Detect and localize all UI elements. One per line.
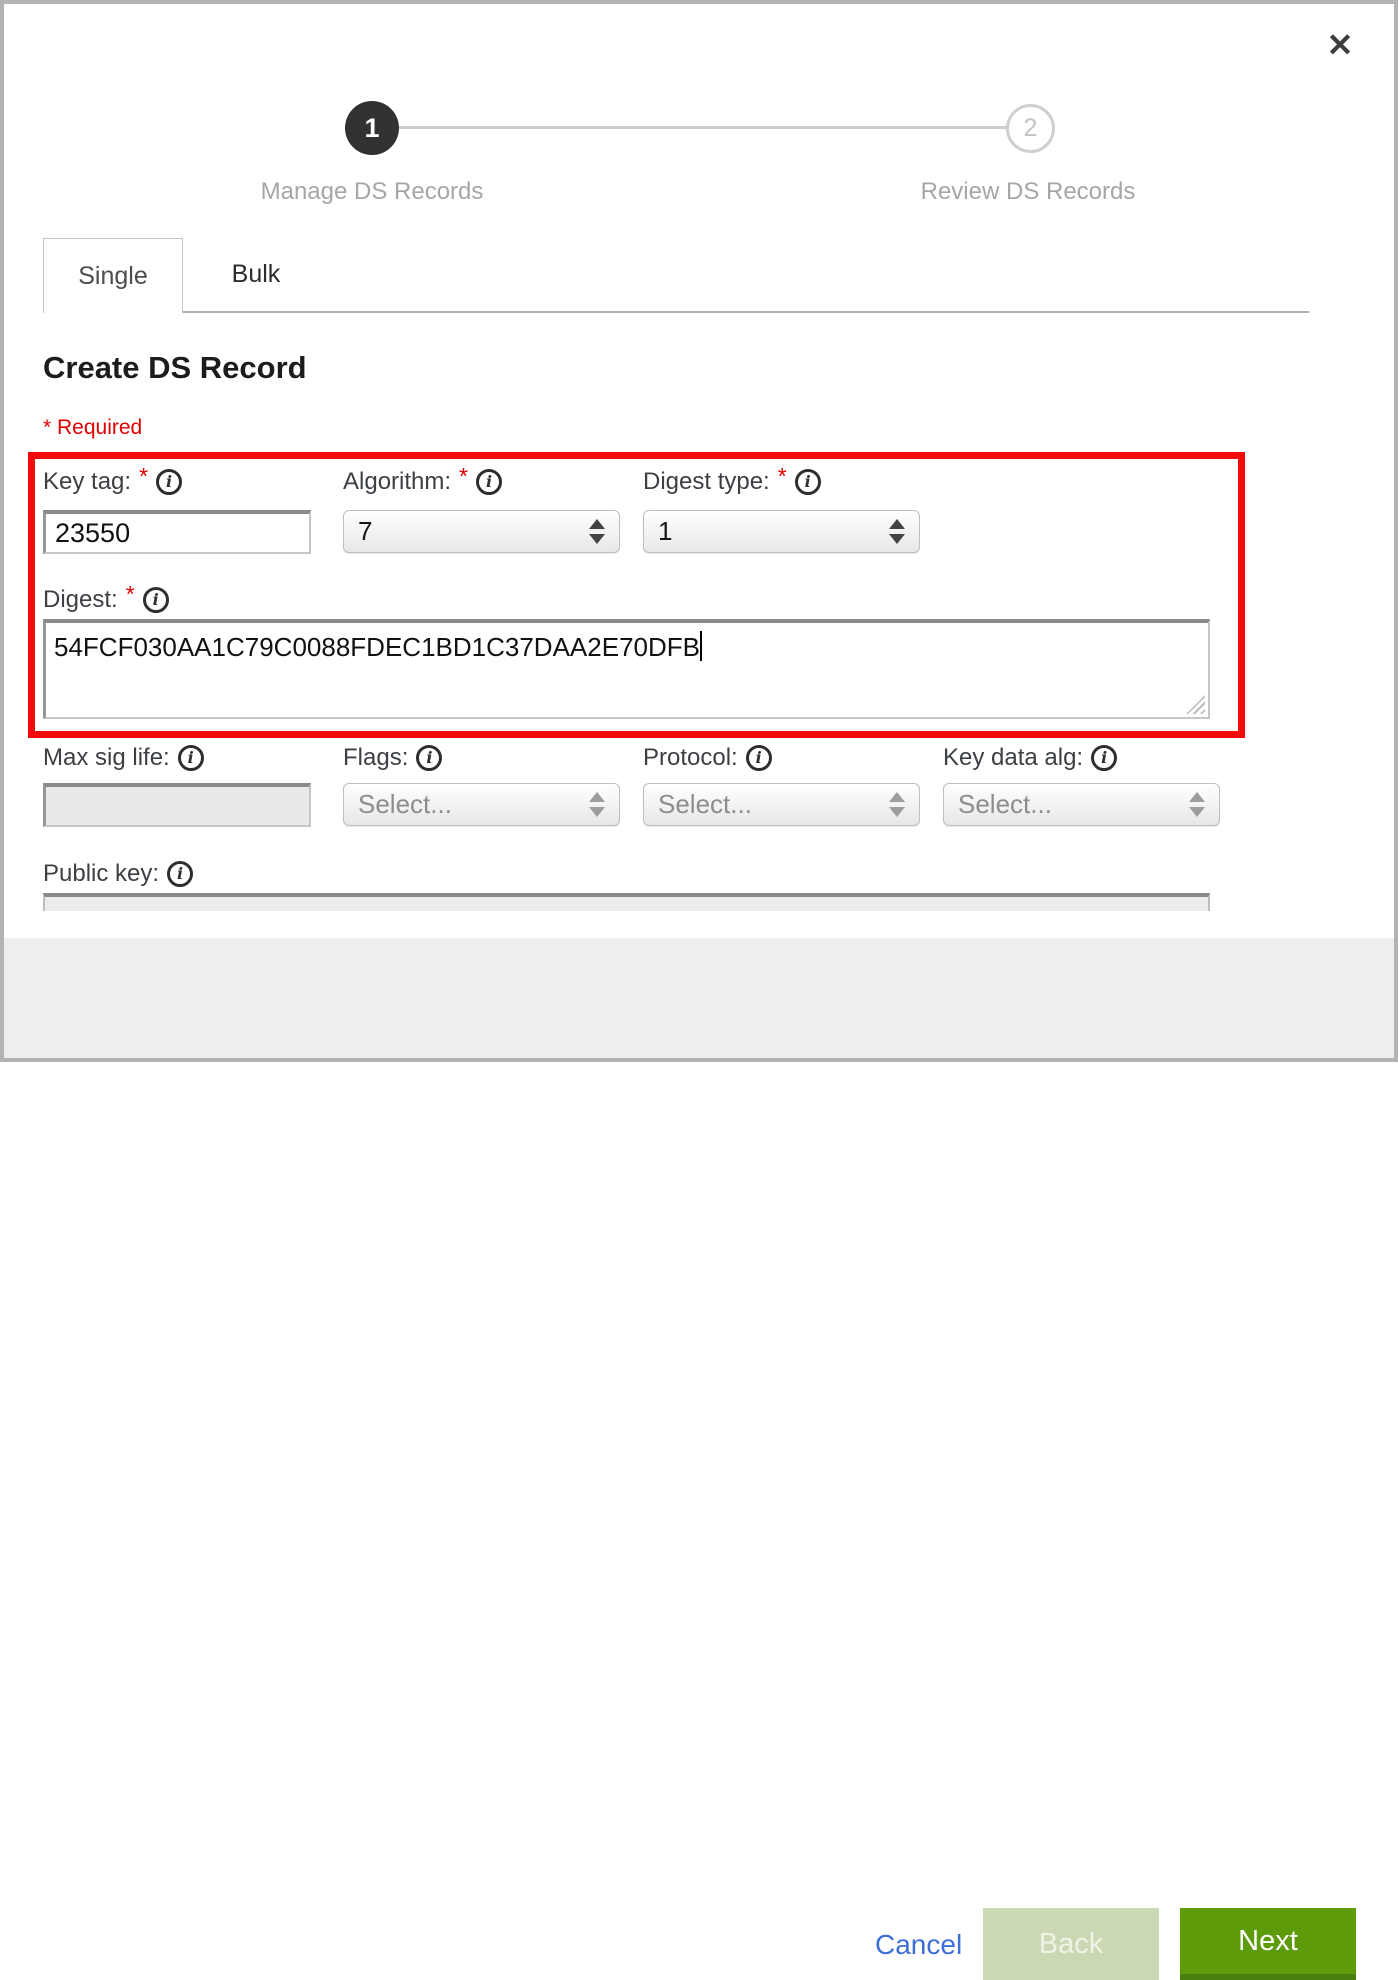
required-note: * Required [43,416,142,440]
required-asterisk: * [778,463,787,490]
max-sig-life-input[interactable] [43,783,311,827]
digest-type-label: Digest type: * i [643,466,821,498]
modal-footer: Cancel Back Next [0,938,1398,1062]
text-caret [700,631,702,661]
info-icon[interactable]: i [178,745,204,771]
key-tag-label: Key tag: * i [43,466,182,498]
key-data-alg-label-text: Key data alg: [943,744,1083,772]
cancel-link[interactable]: Cancel [875,1929,962,1961]
select-arrows-icon [589,519,605,544]
close-icon: ✕ [1327,26,1354,64]
step-2-indicator: 2 [1006,104,1055,153]
flags-select-value: Select... [358,789,452,820]
digest-type-label-text: Digest type: [643,468,770,496]
flags-select[interactable]: Select... [343,783,620,826]
required-asterisk: * [459,463,468,490]
step-1-label: Manage DS Records [222,178,522,206]
step-2-number: 2 [1024,114,1038,143]
select-arrows-icon [1189,792,1205,817]
protocol-label-text: Protocol: [643,744,738,772]
digest-value: 54FCF030AA1C79C0088FDEC1BD1C37DAA2E70DFB [54,632,700,662]
info-icon[interactable]: i [156,469,182,495]
protocol-label: Protocol: i [643,742,772,774]
key-tag-input[interactable]: 23550 [43,510,311,554]
digest-type-select-value: 1 [658,516,672,547]
next-button[interactable]: Next [1180,1908,1356,1980]
step-1-indicator: 1 [345,101,399,155]
select-arrows-icon [589,792,605,817]
info-icon[interactable]: i [416,745,442,771]
protocol-select[interactable]: Select... [643,783,920,826]
info-icon[interactable]: i [167,861,193,887]
info-icon[interactable]: i [795,469,821,495]
key-data-alg-select[interactable]: Select... [943,783,1220,826]
max-sig-life-label: Max sig life: i [43,742,204,774]
flags-label-text: Flags: [343,744,408,772]
max-sig-life-label-text: Max sig life: [43,744,170,772]
digest-textarea[interactable]: 54FCF030AA1C79C0088FDEC1BD1C37DAA2E70DFB [43,619,1210,719]
algorithm-label-text: Algorithm: [343,468,451,496]
step-1-number: 1 [364,113,379,144]
tab-bar-divider [43,311,1309,313]
protocol-select-value: Select... [658,789,752,820]
digest-label: Digest: * i [43,584,169,616]
page-title: Create DS Record [43,350,307,386]
tab-single[interactable]: Single [43,238,183,313]
required-asterisk: * [126,581,135,608]
back-button[interactable]: Back [983,1908,1159,1980]
stepper-connector [399,126,1007,129]
public-key-label-text: Public key: [43,860,159,888]
digest-type-select[interactable]: 1 [643,510,920,553]
resize-handle-icon[interactable] [1186,695,1205,714]
key-tag-value: 23550 [55,518,130,549]
info-icon[interactable]: i [143,587,169,613]
key-data-alg-label: Key data alg: i [943,742,1117,774]
required-asterisk: * [139,463,148,490]
select-arrows-icon [889,519,905,544]
key-tag-label-text: Key tag: [43,468,131,496]
info-icon[interactable]: i [746,745,772,771]
select-arrows-icon [889,792,905,817]
info-icon[interactable]: i [476,469,502,495]
algorithm-select-value: 7 [358,516,372,547]
info-icon[interactable]: i [1091,745,1117,771]
digest-label-text: Digest: [43,586,118,614]
key-data-alg-select-value: Select... [958,789,1052,820]
public-key-label: Public key: i [43,858,193,890]
close-button[interactable]: ✕ [1316,22,1364,68]
tab-bulk[interactable]: Bulk [185,240,327,309]
public-key-textarea[interactable] [43,893,1210,911]
step-2-label: Review DS Records [878,178,1178,206]
algorithm-select[interactable]: 7 [343,510,620,553]
flags-label: Flags: i [343,742,442,774]
algorithm-label: Algorithm: * i [343,466,502,498]
